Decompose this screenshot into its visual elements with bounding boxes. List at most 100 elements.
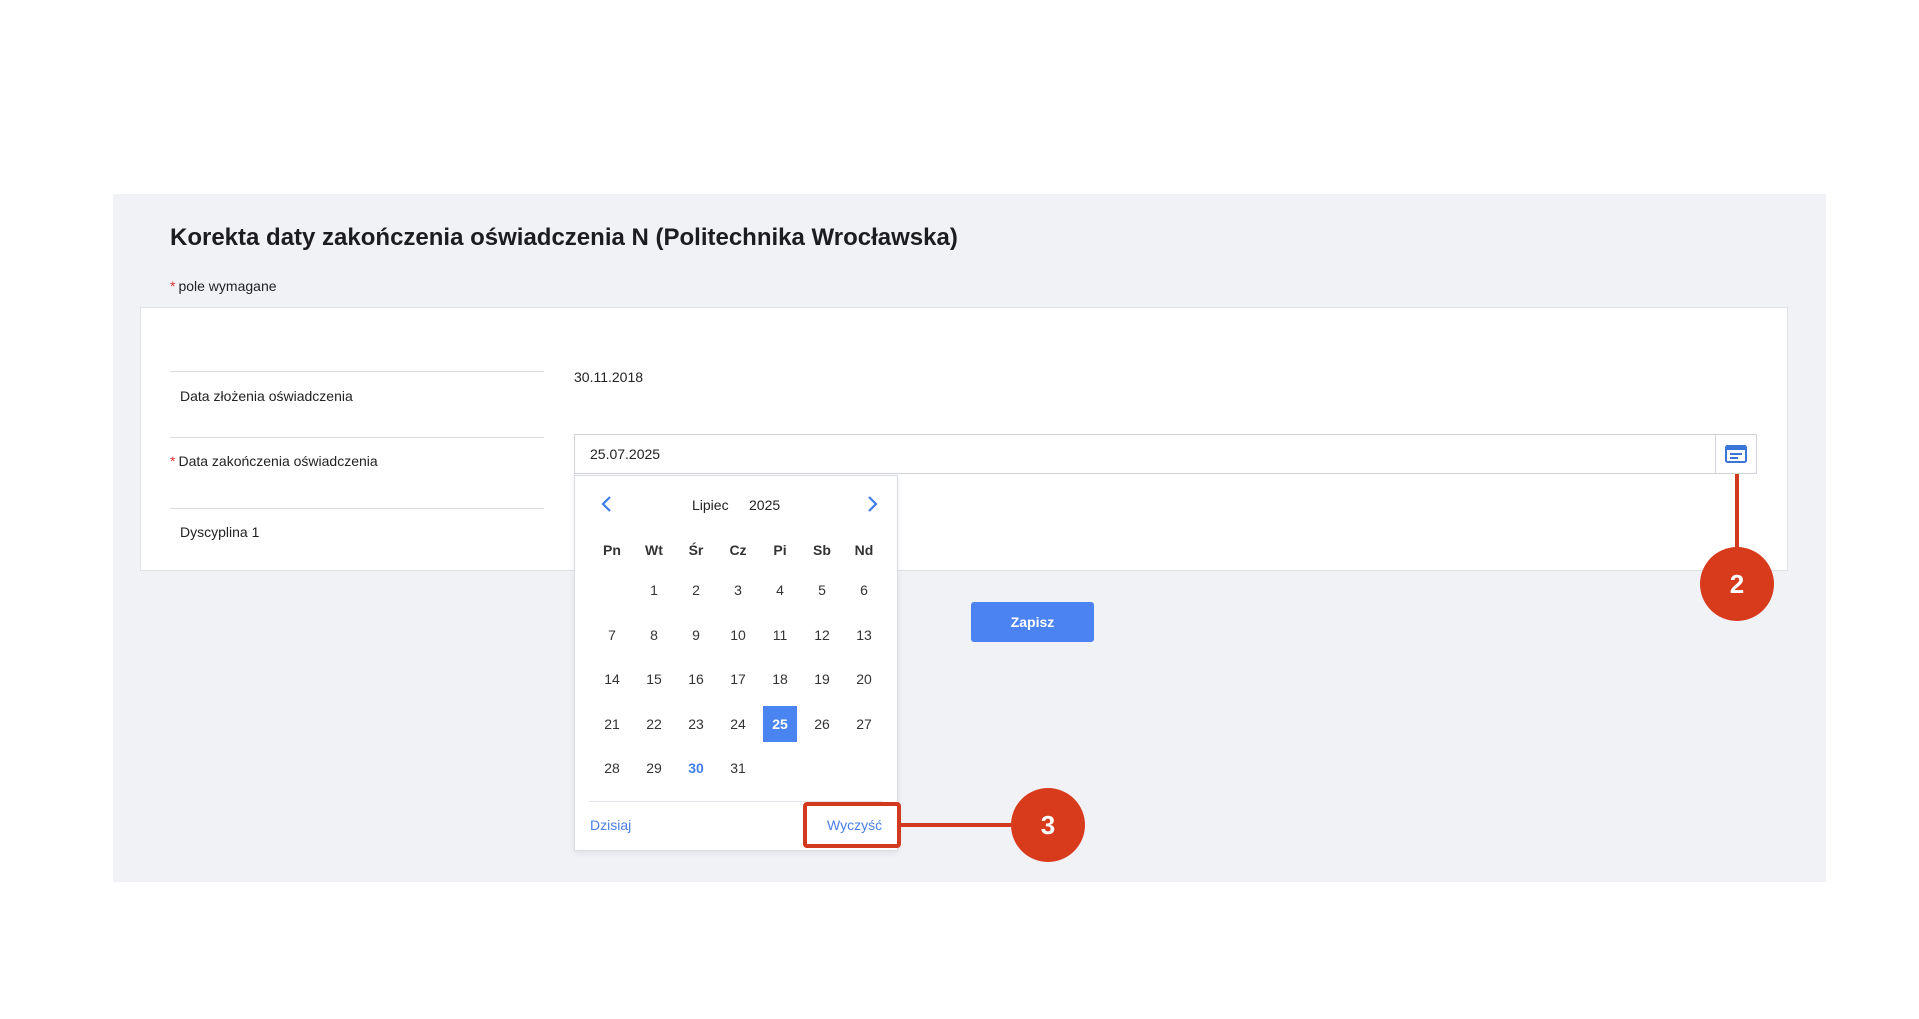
day-number[interactable]: 27 xyxy=(847,706,881,742)
page-title: Korekta daty zakończenia oświadczenia N … xyxy=(170,224,958,251)
day-cell[interactable]: 6 xyxy=(843,568,885,613)
day-cell[interactable]: 16 xyxy=(675,657,717,702)
day-number[interactable]: 7 xyxy=(595,617,629,653)
day-cell[interactable]: 26 xyxy=(801,702,843,747)
day-number[interactable]: 21 xyxy=(595,706,629,742)
day-number[interactable]: 9 xyxy=(679,617,713,653)
required-note-text: pole wymagane xyxy=(178,278,277,294)
day-number[interactable]: 31 xyxy=(721,750,755,786)
day-number[interactable]: 16 xyxy=(679,661,713,697)
datepicker-month[interactable]: Lipiec xyxy=(692,497,729,513)
step-badge-3: 3 xyxy=(1011,788,1085,862)
empty-day-cell xyxy=(591,568,633,613)
day-number[interactable]: 13 xyxy=(847,617,881,653)
day-cell[interactable]: 5 xyxy=(801,568,843,613)
day-cell[interactable]: 9 xyxy=(675,613,717,658)
callout-connector xyxy=(901,823,1011,827)
day-number[interactable]: 17 xyxy=(721,661,755,697)
calendar-icon[interactable] xyxy=(1725,445,1747,463)
day-cell[interactable]: 12 xyxy=(801,613,843,658)
day-cell[interactable]: 31 xyxy=(717,746,759,791)
end-date-label: * Data zakończenia oświadczenia xyxy=(170,453,378,469)
day-cell[interactable]: 24 xyxy=(717,702,759,747)
day-number[interactable]: 11 xyxy=(763,617,797,653)
day-cell[interactable]: 27 xyxy=(843,702,885,747)
day-cell[interactable]: 7 xyxy=(591,613,633,658)
weekday-header: Sb xyxy=(813,542,831,558)
weekday-header: Śr xyxy=(688,542,704,558)
day-cell[interactable]: 29 xyxy=(633,746,675,791)
day-cell[interactable]: 18 xyxy=(759,657,801,702)
prev-month-button[interactable] xyxy=(597,494,617,514)
day-cell[interactable]: 15 xyxy=(633,657,675,702)
day-number[interactable]: 26 xyxy=(805,706,839,742)
chevron-left-icon[interactable] xyxy=(597,494,617,514)
day-cell[interactable]: 17 xyxy=(717,657,759,702)
day-number[interactable]: 8 xyxy=(637,617,671,653)
day-cell[interactable]: 22 xyxy=(633,702,675,747)
datepicker-header: Lipiec 2025 xyxy=(575,476,897,532)
day-cell[interactable]: 14 xyxy=(591,657,633,702)
end-date-label-text: Data zakończenia oświadczenia xyxy=(178,453,378,469)
day-cell[interactable]: 19 xyxy=(801,657,843,702)
day-cell[interactable]: 2 xyxy=(675,568,717,613)
day-cell[interactable]: 1 xyxy=(633,568,675,613)
day-number[interactable]: 25 xyxy=(763,705,797,742)
day-number[interactable]: 4 xyxy=(763,572,797,608)
end-date-input[interactable]: 25.07.2025 xyxy=(574,434,1757,474)
save-button[interactable]: Zapisz xyxy=(971,602,1094,642)
day-cell[interactable]: 13 xyxy=(843,613,885,658)
day-cell[interactable]: 10 xyxy=(717,613,759,658)
weekday-header: Pi xyxy=(773,542,787,558)
required-star: * xyxy=(170,278,176,294)
day-number[interactable]: 14 xyxy=(595,661,629,697)
day-number[interactable]: 30 xyxy=(679,750,713,786)
datepicker-grid: Pn Wt Śr Cz Pi Sb Nd 1 2 3 4 5 6 7 8 9 10 11 12 13 14 15 16 17 1… xyxy=(591,532,885,791)
day-number[interactable]: 6 xyxy=(847,572,881,608)
submission-date-label: Data złożenia oświadczenia xyxy=(180,388,353,404)
day-cell[interactable]: 28 xyxy=(591,746,633,791)
weekday-header: Pn xyxy=(603,542,621,558)
day-number[interactable]: 24 xyxy=(721,706,755,742)
day-number[interactable]: 12 xyxy=(805,617,839,653)
day-cell[interactable]: 8 xyxy=(633,613,675,658)
day-number[interactable]: 29 xyxy=(637,750,671,786)
calendar-button[interactable] xyxy=(1715,435,1756,473)
discipline-label: Dyscyplina 1 xyxy=(180,524,260,540)
callout-highlight-clear xyxy=(803,802,901,848)
day-number[interactable]: 2 xyxy=(679,572,713,608)
day-number[interactable]: 20 xyxy=(847,661,881,697)
row-divider xyxy=(170,508,544,509)
day-number[interactable]: 19 xyxy=(805,661,839,697)
chevron-right-icon[interactable] xyxy=(862,494,882,514)
day-number[interactable]: 18 xyxy=(763,661,797,697)
datepicker-popup: Lipiec 2025 Pn Wt Śr Cz Pi Sb Nd 1 2 3 4 5 6 7 8 9 10 11 1… xyxy=(574,475,898,851)
weekday-header: Nd xyxy=(854,542,874,558)
day-number[interactable]: 15 xyxy=(637,661,671,697)
day-number[interactable]: 23 xyxy=(679,706,713,742)
day-cell-today[interactable]: 30 xyxy=(675,746,717,791)
row-divider xyxy=(170,371,544,372)
day-cell[interactable]: 3 xyxy=(717,568,759,613)
row-divider xyxy=(170,437,544,438)
required-star: * xyxy=(170,453,176,469)
day-cell-selected[interactable]: 25 xyxy=(759,702,801,747)
end-date-value[interactable]: 25.07.2025 xyxy=(590,446,660,462)
next-month-button[interactable] xyxy=(862,494,882,514)
day-cell[interactable]: 21 xyxy=(591,702,633,747)
day-cell[interactable]: 23 xyxy=(675,702,717,747)
today-link[interactable]: Dzisiaj xyxy=(590,817,631,833)
day-cell[interactable]: 20 xyxy=(843,657,885,702)
day-cell[interactable]: 4 xyxy=(759,568,801,613)
day-number[interactable]: 10 xyxy=(721,617,755,653)
day-number[interactable]: 22 xyxy=(637,706,671,742)
callout-connector xyxy=(1735,474,1739,558)
required-note: * pole wymagane xyxy=(170,278,277,294)
day-cell[interactable]: 11 xyxy=(759,613,801,658)
datepicker-year[interactable]: 2025 xyxy=(749,497,780,513)
day-number[interactable]: 1 xyxy=(637,572,671,608)
day-number[interactable]: 28 xyxy=(595,750,629,786)
day-number[interactable]: 5 xyxy=(805,572,839,608)
weekday-header: Cz xyxy=(729,542,747,558)
day-number[interactable]: 3 xyxy=(721,572,755,608)
